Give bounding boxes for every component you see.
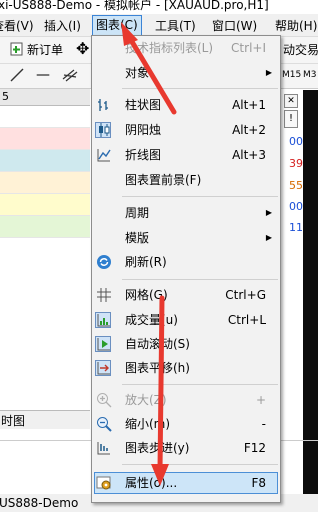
- red-arrow-bottom: [157, 295, 165, 473]
- annotation-arrows: [121, 22, 177, 486]
- red-arrow-top-head: [121, 22, 138, 46]
- red-arrow-top: [125, 32, 177, 115]
- red-arrow-bottom-head: [151, 464, 169, 486]
